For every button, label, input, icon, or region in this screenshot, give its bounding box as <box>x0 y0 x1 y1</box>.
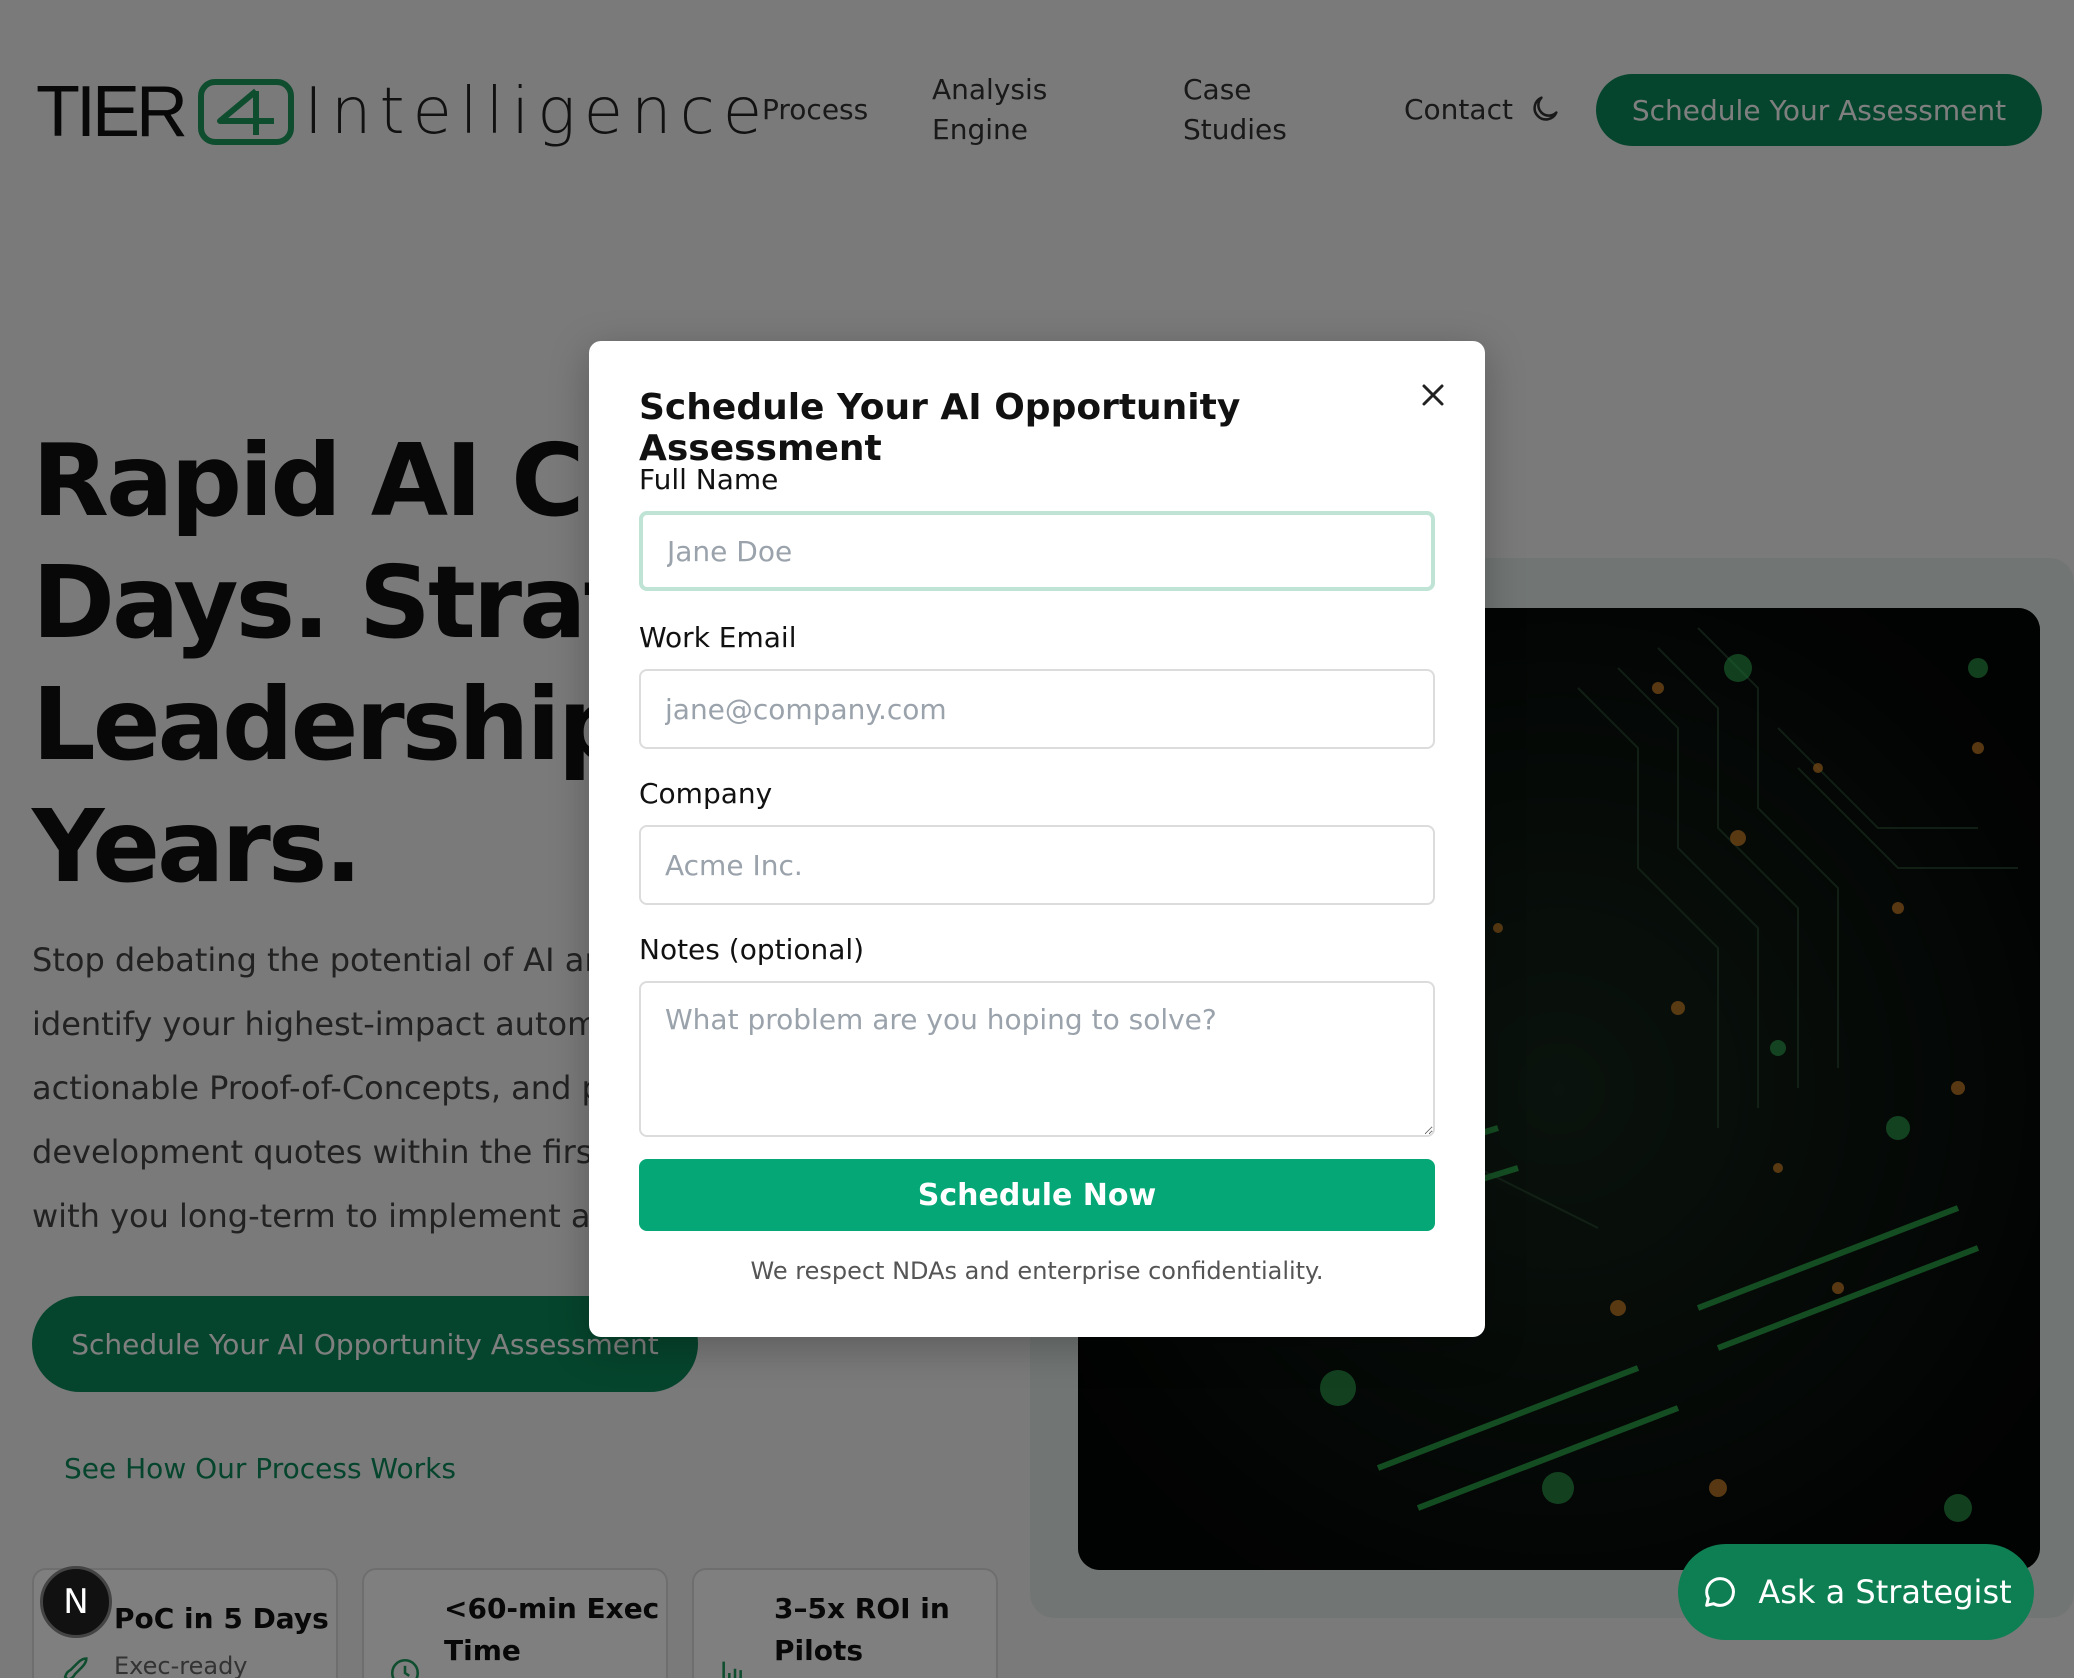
ask-strategist-label: Ask a Strategist <box>1758 1573 2012 1611</box>
full-name-input[interactable] <box>639 511 1435 591</box>
company-label: Company <box>639 777 773 810</box>
n-badge-avatar[interactable]: N <box>40 1566 112 1638</box>
work-email-input[interactable] <box>639 669 1435 749</box>
confidentiality-note: We respect NDAs and enterprise confident… <box>750 1257 1324 1285</box>
ask-strategist-button[interactable]: Ask a Strategist <box>1678 1544 2034 1640</box>
schedule-now-button[interactable]: Schedule Now <box>639 1159 1435 1231</box>
company-input[interactable] <box>639 825 1435 905</box>
full-name-label: Full Name <box>639 463 779 496</box>
assessment-modal: Schedule Your AI Opportunity Assessment … <box>589 341 1485 1337</box>
notes-textarea[interactable] <box>639 981 1435 1137</box>
work-email-label: Work Email <box>639 621 797 654</box>
schedule-now-label: Schedule Now <box>917 1177 1157 1213</box>
chat-bubble-icon <box>1705 1577 1736 1607</box>
modal-title: Schedule Your AI Opportunity Assessment <box>639 387 1241 469</box>
notes-label: Notes (optional) <box>639 933 865 966</box>
